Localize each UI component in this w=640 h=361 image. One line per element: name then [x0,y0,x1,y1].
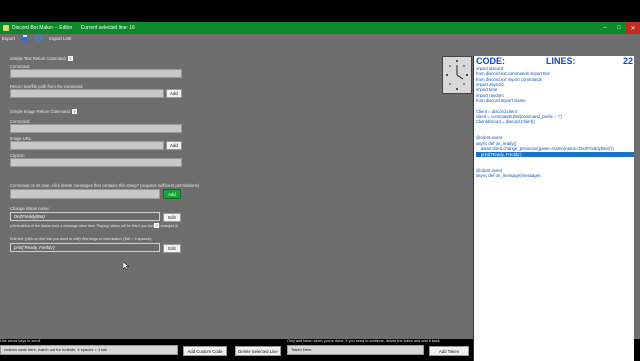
return-text-input[interactable] [10,89,164,98]
delete-messages-label: Command on its own, click delete message… [10,183,200,188]
edit-line-button[interactable]: Edit [163,244,181,253]
mouse-cursor-icon [123,262,129,270]
image-command-input[interactable] [10,124,182,133]
app-icon [3,25,9,31]
code-line[interactable] [476,178,634,183]
lines-count: 22 [622,56,633,66]
add-image-command-button[interactable]: Add [166,141,182,150]
code-lines-list[interactable]: import discord from discord.ext.commands … [476,66,634,184]
caption-input[interactable] [10,158,182,167]
custom-code-label: Use arrow keys to scroll [0,339,41,343]
code-header: CODE: LINES: 22 [476,56,635,66]
menu-export[interactable]: Export [2,36,15,41]
code-title: CODE: [476,56,505,66]
clock-widget [442,56,472,94]
help-icon[interactable]: ? [71,109,77,115]
maximize-button[interactable]: □ [612,22,626,34]
edit-line-label: Edit line (click on the line you want to… [10,237,152,241]
delete-messages-input[interactable] [10,189,160,199]
status-name-label: Change status name: [10,206,50,211]
text-command-heading: Simple Text Return Command? [10,56,73,62]
bottom-bar: Use arrow keys to scroll custom code her… [0,339,470,361]
code-line[interactable]: await client.change_presence(game=Game(n… [476,146,634,151]
help-icon[interactable]: ? [67,56,73,62]
add-text-command-button[interactable]: Add [166,89,182,98]
image-command-heading: Simple Image Return Command? [10,109,77,115]
close-button[interactable]: ✕ [626,22,640,34]
custom-code-input[interactable]: custom code here, watch out for Indents.… [0,345,178,355]
token-hint: Only add token when you're done, if you … [287,339,440,343]
clock-icon [444,58,470,92]
lines-title: LINES: [546,56,576,66]
app-window: Discord Bot Maker -- Editor Current sele… [0,22,640,361]
window-title: Discord Bot Maker -- Editor Current sele… [12,25,135,31]
image-url-input[interactable] [10,141,164,150]
status-name-input[interactable]: DeZFreddy(Bot) [10,212,160,221]
minimize-button[interactable]: – [598,22,612,34]
menu-bar: Export Import Link [0,34,71,42]
add-token-button[interactable]: Add Token [429,346,469,356]
save-icon[interactable] [21,34,29,42]
add-custom-code-button[interactable]: Add Custom Code [183,346,227,356]
command-input[interactable] [10,69,182,78]
token-input[interactable]: Token Here [287,345,424,355]
window-controls: – □ ✕ [598,22,640,34]
edit-line-input[interactable]: print('Ready, Freddy') [10,243,160,252]
help-icon[interactable]: ? [154,223,159,228]
code-panel: CODE: LINES: 22 import discord from disco… [473,56,634,361]
image-command-label: Simple Image Return Command [10,109,70,114]
text-command-label: Simple Text Return Command [10,56,66,61]
add-delete-string-button[interactable]: Add [163,189,181,199]
edit-status-button[interactable]: Edit [163,213,181,222]
editor-panel: Simple Text Return Command? Command: Ret… [0,42,470,339]
menu-import-link[interactable]: Import Link [49,36,71,41]
delete-selected-line-button[interactable]: Delete Selected Line [235,346,281,356]
refresh-icon[interactable] [35,34,43,42]
title-bar: Discord Bot Maker -- Editor Current sele… [0,22,640,34]
